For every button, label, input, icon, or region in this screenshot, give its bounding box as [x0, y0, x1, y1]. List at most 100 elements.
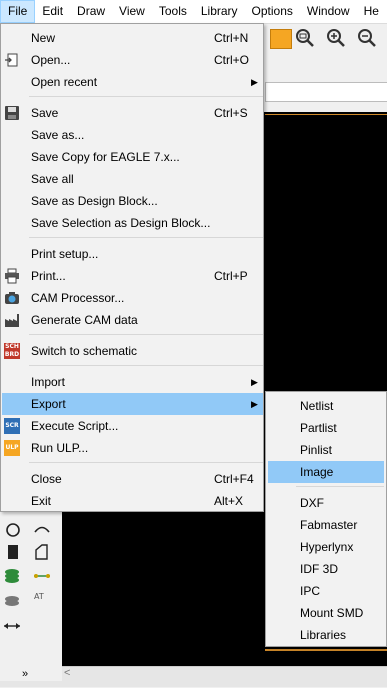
export-submenu: Netlist Partlist Pinlist Image DXF Fabma…: [265, 391, 387, 647]
menu-item-label: Netlist: [300, 399, 334, 413]
menu-item-label: Image: [300, 465, 334, 479]
zoom-in-icon[interactable]: [325, 27, 347, 49]
canvas-border-line: [265, 649, 387, 651]
factory-icon: [4, 312, 20, 328]
menu-item-label: Export: [31, 397, 66, 411]
menu-item-switch-schematic[interactable]: SCH BRD Switch to schematic: [2, 340, 263, 362]
export-item-dxf[interactable]: DXF: [268, 492, 384, 514]
run-ulp-toolbar-icon[interactable]: [270, 29, 292, 49]
zoom-fit-icon[interactable]: [294, 27, 316, 49]
export-item-idf-3d[interactable]: IDF 3D: [268, 558, 384, 580]
menu-edit[interactable]: Edit: [35, 0, 70, 23]
menu-item-cam-processor[interactable]: CAM Processor...: [2, 287, 263, 309]
horizontal-scrollbar[interactable]: <: [62, 666, 387, 681]
menu-item-save-design-block[interactable]: Save as Design Block...: [2, 190, 263, 212]
export-item-libraries[interactable]: Libraries: [268, 624, 384, 646]
menu-separator: [296, 486, 384, 487]
menu-item-label: Import: [31, 375, 66, 389]
menu-item-label: Pinlist: [300, 443, 333, 457]
dimension-tool-icon[interactable]: [2, 616, 22, 636]
export-item-mount-smd[interactable]: Mount SMD: [268, 602, 384, 624]
menu-separator: [29, 96, 263, 97]
export-item-netlist[interactable]: Netlist: [268, 395, 384, 417]
menu-item-execute-script[interactable]: SCR Execute Script...: [2, 415, 263, 437]
arc-tool-icon[interactable]: [32, 520, 52, 540]
menu-item-save-as[interactable]: Save as...: [2, 124, 263, 146]
menu-item-label: Mount SMD: [300, 606, 364, 620]
menu-library[interactable]: Library: [194, 0, 245, 23]
menu-item-label: Save all: [31, 172, 74, 186]
menu-item-open-recent[interactable]: Open recent ▶: [2, 71, 263, 93]
menu-separator: [29, 237, 263, 238]
export-item-pinlist[interactable]: Pinlist: [268, 439, 384, 461]
menu-item-label: Run ULP...: [31, 441, 89, 455]
script-icon: SCR: [4, 418, 20, 434]
export-item-image[interactable]: Image: [268, 461, 384, 483]
menu-item-save-selection-design-block[interactable]: Save Selection as Design Block...: [2, 212, 263, 234]
menu-item-exit[interactable]: Exit Alt+X: [2, 490, 263, 512]
export-item-fabmaster[interactable]: Fabmaster: [268, 514, 384, 536]
menu-item-import[interactable]: Import ▶: [2, 371, 263, 393]
menu-item-label: New: [31, 31, 56, 45]
layer-stack-icon[interactable]: [2, 566, 22, 586]
shortcut-label: Ctrl+N: [214, 31, 249, 45]
scroll-left-icon[interactable]: <: [64, 667, 70, 679]
menu-tools[interactable]: Tools: [152, 0, 194, 23]
menu-file[interactable]: File: [0, 0, 36, 23]
submenu-arrow-icon: ▶: [251, 77, 258, 87]
shortcut-label: Ctrl+F4: [214, 472, 254, 486]
route-tool-icon[interactable]: [32, 566, 52, 586]
menu-window[interactable]: Window: [300, 0, 357, 23]
menu-item-label: Save as...: [31, 128, 85, 142]
shortcut-label: Alt+X: [214, 494, 244, 508]
export-item-ipc[interactable]: IPC: [268, 580, 384, 602]
menu-item-open[interactable]: Open... Ctrl+O: [2, 49, 263, 71]
menu-item-label: IDF 3D: [300, 562, 339, 576]
menu-item-generate-cam[interactable]: Generate CAM data: [2, 309, 263, 331]
menu-item-label: Fabmaster: [300, 518, 358, 532]
menu-item-label: Generate CAM data: [31, 313, 138, 327]
menu-item-export[interactable]: Export ▶: [2, 393, 263, 415]
menu-item-save[interactable]: Save Ctrl+S: [2, 102, 263, 124]
menu-item-label: Switch to schematic: [31, 344, 138, 358]
menu-item-label: DXF: [300, 496, 324, 510]
menu-help[interactable]: He: [357, 0, 386, 23]
command-line-input[interactable]: [265, 82, 387, 102]
export-item-hyperlynx[interactable]: Hyperlynx: [268, 536, 384, 558]
file-menu: New Ctrl+N Open... Ctrl+O Open recent ▶ …: [0, 23, 264, 512]
menu-view[interactable]: View: [112, 0, 152, 23]
icon-text: SCH: [5, 343, 19, 350]
open-file-icon: [4, 52, 20, 68]
menu-item-label: Save: [31, 106, 59, 120]
submenu-arrow-icon: ▶: [251, 377, 258, 387]
menu-item-print-setup[interactable]: Print setup...: [2, 243, 263, 265]
menu-item-run-ulp[interactable]: ULP Run ULP...: [2, 437, 263, 459]
zoom-out-icon[interactable]: [356, 27, 378, 49]
menu-item-print[interactable]: Print... Ctrl+P: [2, 265, 263, 287]
menu-item-label: Save Selection as Design Block...: [31, 216, 211, 230]
camera-icon: [4, 290, 20, 306]
menu-separator: [29, 334, 263, 335]
circle-tool-icon[interactable]: [4, 520, 24, 540]
rectangle-tool-icon[interactable]: [4, 542, 24, 562]
shortcut-label: Ctrl+P: [214, 269, 248, 283]
menu-item-label: Libraries: [300, 628, 347, 642]
menu-item-label: Hyperlynx: [300, 540, 354, 554]
menu-item-label: Execute Script...: [31, 419, 119, 433]
attribute-tool-icon[interactable]: AT: [34, 592, 54, 612]
polygon-tool-icon[interactable]: [32, 542, 52, 562]
left-toolbar: AT »: [0, 512, 60, 687]
shortcut-label: Ctrl+O: [214, 53, 250, 67]
menu-item-save-all[interactable]: Save all: [2, 168, 263, 190]
menu-options[interactable]: Options: [245, 0, 300, 23]
menu-item-new[interactable]: New Ctrl+N: [2, 27, 263, 49]
menu-item-close[interactable]: Close Ctrl+F4: [2, 468, 263, 490]
menu-item-label: Open recent: [31, 75, 98, 89]
layer-gray-icon[interactable]: [2, 591, 22, 611]
menu-item-save-copy-eagle7[interactable]: Save Copy for EAGLE 7.x...: [2, 146, 263, 168]
menu-item-label: Print setup...: [31, 247, 99, 261]
schematic-icon: SCH BRD: [4, 343, 20, 359]
menu-draw[interactable]: Draw: [70, 0, 112, 23]
status-bar: [0, 681, 387, 687]
export-item-partlist[interactable]: Partlist: [268, 417, 384, 439]
